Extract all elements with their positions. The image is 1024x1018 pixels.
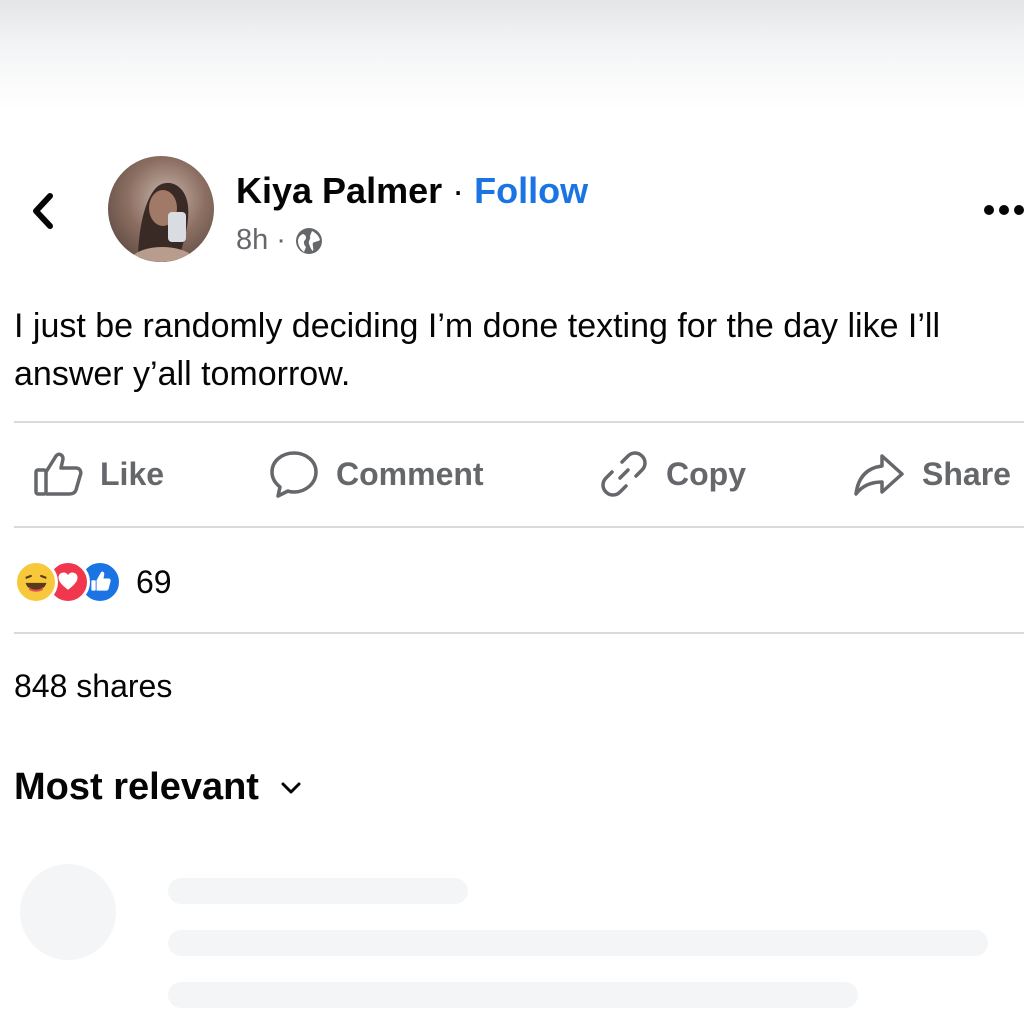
like-label: Like bbox=[100, 455, 165, 492]
profile-photo bbox=[128, 182, 198, 262]
reaction-count: 69 bbox=[136, 563, 172, 600]
copy-label: Copy bbox=[666, 455, 746, 492]
reactions-summary[interactable]: 69 bbox=[14, 560, 172, 604]
top-bar-fade bbox=[0, 0, 1024, 110]
follow-button[interactable]: Follow bbox=[474, 170, 588, 211]
like-button[interactable]: Like bbox=[32, 448, 164, 500]
chevron-down-icon bbox=[281, 782, 301, 793]
avatar[interactable] bbox=[108, 156, 214, 262]
link-icon bbox=[601, 451, 647, 497]
author-line: Kiya Palmer · Follow bbox=[236, 170, 588, 212]
copy-button[interactable]: Copy bbox=[598, 448, 746, 500]
comment-sort-dropdown[interactable]: Most relevant bbox=[14, 766, 303, 809]
time-separator: · bbox=[276, 224, 286, 256]
comment-button[interactable]: Comment bbox=[268, 448, 484, 500]
divider bbox=[14, 421, 1024, 423]
sort-label: Most relevant bbox=[14, 766, 259, 808]
more-options-icon[interactable] bbox=[982, 200, 1024, 220]
comment-placeholder-line bbox=[168, 878, 468, 904]
share-count[interactable]: 848 shares bbox=[14, 668, 172, 705]
divider bbox=[14, 632, 1024, 634]
comment-placeholder-line bbox=[168, 930, 988, 956]
share-arrow-icon bbox=[854, 454, 904, 496]
post-meta: 8h · bbox=[236, 224, 324, 257]
back-arrow-icon[interactable] bbox=[24, 186, 64, 236]
comment-placeholder-line bbox=[168, 982, 858, 1008]
share-button[interactable]: Share bbox=[852, 448, 1011, 500]
name-separator: · bbox=[452, 170, 465, 211]
haha-reaction-icon bbox=[14, 560, 58, 604]
globe-icon bbox=[295, 227, 322, 254]
share-label: Share bbox=[922, 455, 1011, 492]
divider bbox=[14, 526, 1024, 528]
comment-bubble-icon bbox=[270, 451, 318, 498]
thumbs-up-icon bbox=[34, 452, 83, 496]
comment-avatar-placeholder bbox=[20, 864, 116, 960]
post-time[interactable]: 8h bbox=[236, 224, 268, 257]
post-text: I just be randomly deciding I’m done tex… bbox=[14, 307, 941, 393]
comment-label: Comment bbox=[336, 455, 484, 492]
author-name[interactable]: Kiya Palmer bbox=[236, 170, 442, 211]
